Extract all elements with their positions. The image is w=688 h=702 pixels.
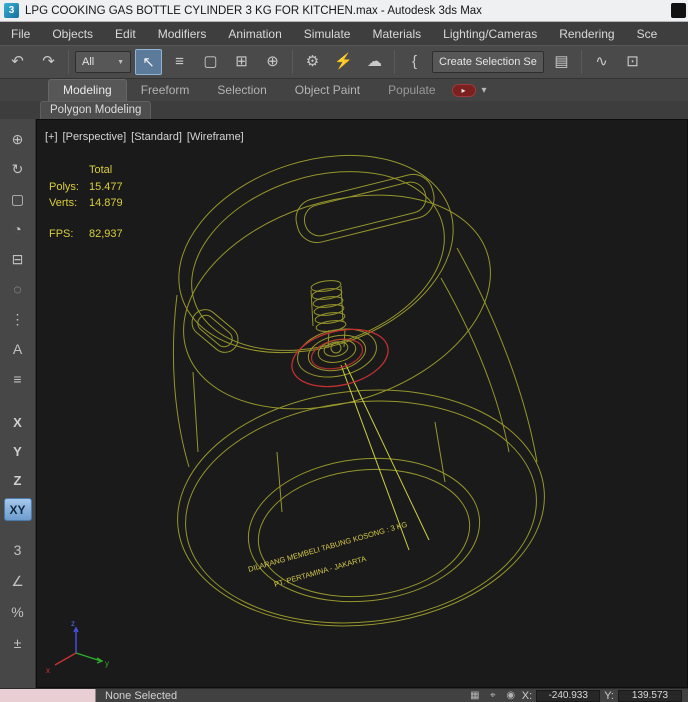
axis-constraint-z[interactable]: Z <box>3 466 33 495</box>
y-coordinate-label: Y: <box>604 689 614 702</box>
curve-tool-icon[interactable]: ⚡ <box>330 49 357 75</box>
gizmo-y-label: y <box>105 659 109 668</box>
menu-item-simulate[interactable]: Simulate <box>293 23 362 45</box>
y-coordinate-input[interactable] <box>618 689 682 702</box>
window-crossing-icon[interactable]: ⊞ <box>228 49 255 75</box>
percent-snap-icon[interactable]: % <box>3 597 33 628</box>
menu-item-lighting-cameras[interactable]: Lighting/Cameras <box>432 23 548 45</box>
ribbon-subtab-row: Polygon Modeling <box>0 101 688 119</box>
tab-populate[interactable]: Populate <box>374 80 449 101</box>
selection-filter-value: All <box>82 56 95 68</box>
tab-object-paint[interactable]: Object Paint <box>281 80 374 101</box>
named-selection-icon[interactable]: A <box>3 334 33 364</box>
selection-status: None Selected <box>105 689 178 702</box>
selection-filter-dropdown[interactable]: All ▼ <box>75 51 131 73</box>
window-control[interactable] <box>671 3 686 18</box>
selection-lock-icon[interactable]: ◉ <box>504 690 518 701</box>
menu-item-materials[interactable]: Materials <box>361 23 432 45</box>
main-toolbar: ↶ ↷ All ▼ ↖ ≡ ▢ ⊞ ⊕ ⚙ ⚡ ☁ { Create Selec… <box>0 45 688 79</box>
world-axis-gizmo <box>54 626 104 666</box>
tab-selection[interactable]: Selection <box>203 80 280 101</box>
toolbar-separator <box>394 50 395 74</box>
redo-icon[interactable]: ↷ <box>35 49 62 75</box>
menu-item-scene[interactable]: Sce <box>626 23 669 45</box>
status-bar: None Selected ▦ ⌖ ◉ X: Y: <box>0 688 688 702</box>
window-title: LPG COOKING GAS BOTTLE CYLINDER 3 KG FOR… <box>25 4 482 17</box>
absolute-mode-icon[interactable]: ⌖ <box>486 690 500 701</box>
menu-item-animation[interactable]: Animation <box>217 23 292 45</box>
menu-item-edit[interactable]: Edit <box>104 23 147 45</box>
named-selection-set-dropdown[interactable]: Create Selection Se ▼ <box>432 51 544 73</box>
undo-icon[interactable]: ↶ <box>4 49 31 75</box>
axis-constraint-x[interactable]: X <box>3 408 33 437</box>
ribbon-tabs: Modeling Freeform Selection Object Paint… <box>0 79 688 101</box>
menu-item-objects[interactable]: Objects <box>41 23 104 45</box>
menu-bar: File Objects Edit Modifiers Animation Si… <box>0 22 688 45</box>
layer-manager-icon[interactable]: ▤ <box>548 49 575 75</box>
toolbar-separator <box>68 50 69 74</box>
populate-icon[interactable]: ▸ <box>451 84 476 97</box>
tab-polygon-modeling[interactable]: Polygon Modeling <box>40 101 152 119</box>
axis-constraint-xy[interactable]: XY <box>3 498 32 521</box>
soft-selection-icon[interactable]: ◌ <box>3 274 33 304</box>
select-and-move-icon[interactable]: ⊕ <box>3 124 33 154</box>
menu-item-modifiers[interactable]: Modifiers <box>147 23 218 45</box>
spinner-snap-icon[interactable]: ± <box>3 628 33 659</box>
named-selection-sets-icon[interactable]: { <box>401 49 428 75</box>
select-and-move-icon[interactable]: ⊕ <box>259 49 286 75</box>
render-setup-icon[interactable]: ☁ <box>361 49 388 75</box>
menu-item-rendering[interactable]: Rendering <box>548 23 625 45</box>
axis-constraint-y[interactable]: Y <box>3 437 33 466</box>
select-object-icon[interactable]: ↖ <box>135 49 162 75</box>
chevron-down-icon: ▼ <box>117 58 124 66</box>
select-by-name-icon[interactable]: ≡ <box>166 49 193 75</box>
curve-editor-icon[interactable]: ∿ <box>588 49 615 75</box>
schematic-view-icon[interactable]: ⊡ <box>619 49 646 75</box>
select-and-rotate-icon[interactable]: ↻ <box>3 154 33 184</box>
maxscript-mini-listener[interactable] <box>0 688 96 702</box>
grid-toggle-icon[interactable]: ▦ <box>468 690 482 701</box>
select-and-manipulate-icon[interactable]: ◔ <box>3 214 33 244</box>
selection-region-icon[interactable]: ▢ <box>3 184 33 214</box>
wireframe-model: DILARANG MEMBELI TABUNG KOSONG : 3 KG PT… <box>46 154 545 675</box>
app-icon[interactable]: 3 <box>4 3 19 18</box>
viewport[interactable]: [+] [Perspective] [Standard] [Wireframe]… <box>36 119 688 688</box>
toolbar-separator <box>581 50 582 74</box>
menu-item-file[interactable]: File <box>0 23 41 45</box>
gizmo-z-label: z <box>71 619 75 628</box>
angle-snap-icon[interactable]: ∠ <box>3 566 33 597</box>
coordinate-display: ▦ ⌖ ◉ X: Y: <box>468 689 688 702</box>
left-toolbar: ⊕ ↻ ▢ ◔ ⊟ ◌ ⋮ A ≡ X Y Z XY 3 ∠ % ± <box>0 119 36 688</box>
snaps-toggle-icon[interactable]: 3 <box>3 535 33 566</box>
3ds-max-window: 3 LPG COOKING GAS BOTTLE CYLINDER 3 KG F… <box>0 0 688 702</box>
tab-modeling[interactable]: Modeling <box>48 79 127 101</box>
named-selection-set-value: Create Selection Se <box>439 56 537 68</box>
snaps-gear-icon[interactable]: ⚙ <box>299 49 326 75</box>
scale-tool-icon[interactable]: ⊟ <box>3 244 33 274</box>
ribbon-flyout-arrow-icon[interactable]: ▾ <box>482 85 487 96</box>
title-bar: 3 LPG COOKING GAS BOTTLE CYLINDER 3 KG F… <box>0 0 688 22</box>
toolbar-separator <box>292 50 293 74</box>
x-coordinate-input[interactable] <box>536 689 601 702</box>
snap-dots-icon[interactable]: ⋮ <box>3 304 33 334</box>
selection-region-icon[interactable]: ▢ <box>197 49 224 75</box>
tab-freeform[interactable]: Freeform <box>127 80 204 101</box>
gizmo-x-label: x <box>46 666 50 675</box>
increments-icon[interactable]: ≡ <box>3 364 33 394</box>
x-coordinate-label: X: <box>521 689 533 702</box>
